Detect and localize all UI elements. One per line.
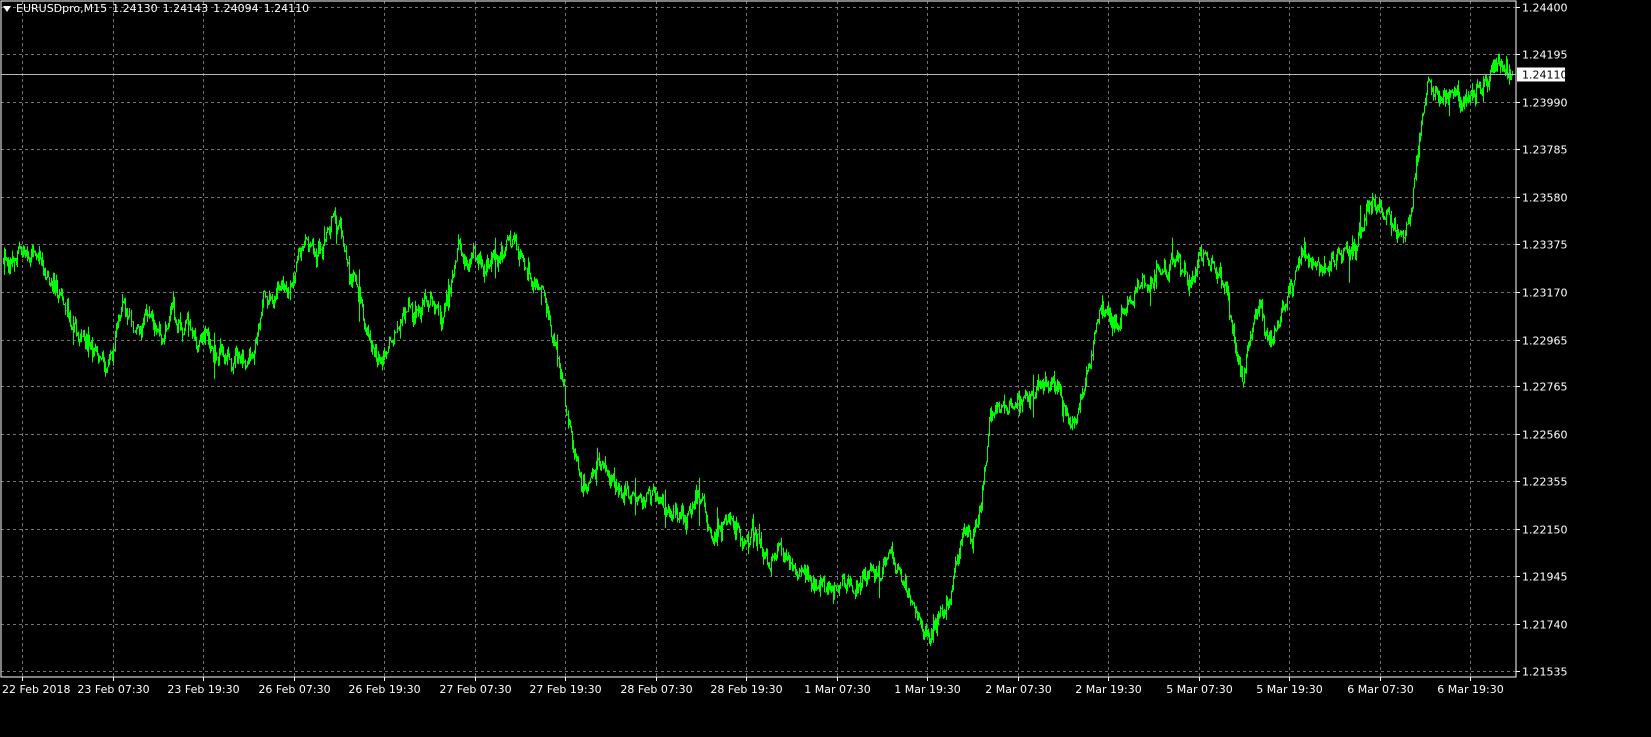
time-tick-label: 5 Mar 19:30 xyxy=(1256,683,1322,696)
price-tick-label: 1.22560 xyxy=(1522,429,1568,442)
price-tick-label: 1.23785 xyxy=(1522,144,1568,157)
symbol-timeframe: EURUSDpro,M15 xyxy=(16,2,108,15)
price-tick-label: 1.23170 xyxy=(1522,287,1568,300)
price-tick-label: 1.21945 xyxy=(1522,571,1568,584)
price-tick-label: 1.23990 xyxy=(1522,97,1568,110)
ohlc-bars xyxy=(3,53,1513,647)
close-price: 1.24110 xyxy=(263,2,310,15)
open-price: 1.24130 xyxy=(112,2,158,15)
time-tick-label: 26 Feb 19:30 xyxy=(348,683,420,696)
time-tick-label: 27 Feb 07:30 xyxy=(439,683,511,696)
time-tick-label: 5 Mar 07:30 xyxy=(1166,683,1232,696)
chart-window[interactable]: 1.24400 1.24195 1.23990 1.23785 1.23580 1.233… xyxy=(0,0,1651,737)
price-tick-label: 1.24400 xyxy=(1522,2,1568,15)
time-tick-label: 23 Feb 07:30 xyxy=(77,683,149,696)
time-tick-label: 2 Mar 19:30 xyxy=(1075,683,1141,696)
price-tick-label: 1.21535 xyxy=(1522,666,1568,679)
time-tick-label: 23 Feb 19:30 xyxy=(167,683,239,696)
chart-header: EURUSDpro,M15 1.24130 1.24143 1.24094 1.… xyxy=(3,2,314,16)
price-tick-label: 1.22355 xyxy=(1522,476,1568,489)
time-tick-label: 22 Feb 2018 xyxy=(2,683,70,696)
time-tick-label: 1 Mar 07:30 xyxy=(804,683,870,696)
time-tick-label: 26 Feb 07:30 xyxy=(258,683,330,696)
time-tick-label: 6 Mar 19:30 xyxy=(1437,683,1503,696)
current-price-label: 1.24110 xyxy=(1517,67,1568,82)
price-bars xyxy=(3,53,1513,647)
price-axis[interactable]: 1.24400 1.24195 1.23990 1.23785 1.23580 1.233… xyxy=(1516,2,1568,679)
chart-grid xyxy=(0,0,1517,678)
high-price: 1.24143 xyxy=(162,2,209,15)
price-tick-label: 1.22965 xyxy=(1522,335,1568,348)
time-tick-label: 28 Feb 07:30 xyxy=(620,683,692,696)
price-chart[interactable]: 1.24400 1.24195 1.23990 1.23785 1.23580 1.233… xyxy=(0,0,1651,737)
time-axis[interactable]: 22 Feb 2018 23 Feb 07:30 23 Feb 19:30 26 Fe… xyxy=(2,677,1504,696)
time-tick-label: 6 Mar 07:30 xyxy=(1347,683,1413,696)
time-tick-label: 27 Feb 19:30 xyxy=(529,683,601,696)
time-tick-label: 2 Mar 07:30 xyxy=(985,683,1051,696)
price-tick-label: 1.23375 xyxy=(1522,239,1568,252)
low-price: 1.24094 xyxy=(213,2,259,15)
price-tick-label: 1.21740 xyxy=(1522,619,1568,632)
time-tick-label: 28 Feb 19:30 xyxy=(710,683,782,696)
price-tick-label: 1.23580 xyxy=(1522,192,1568,205)
time-tick-label: 1 Mar 19:30 xyxy=(894,683,960,696)
price-tick-label: 1.22150 xyxy=(1522,524,1568,537)
price-tick-label: 1.24195 xyxy=(1522,49,1568,62)
price-tick-label: 1.22765 xyxy=(1522,381,1568,394)
dropdown-triangle-icon[interactable] xyxy=(3,6,11,12)
price-label-text: 1.24110 xyxy=(1522,69,1568,82)
